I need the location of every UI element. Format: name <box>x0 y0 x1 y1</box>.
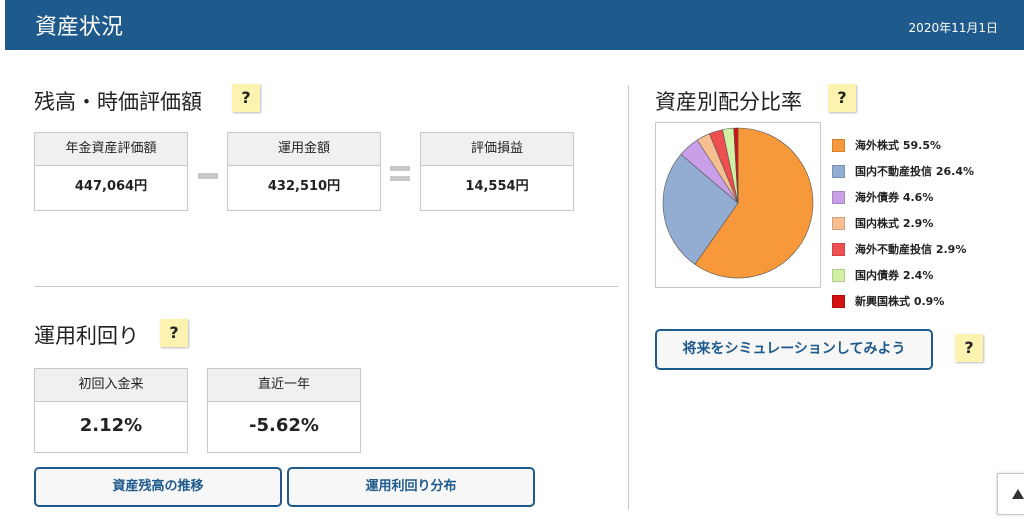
pension-asset-value: 447,064円 <box>74 179 148 194</box>
last-one-year-label: 直近一年 <box>208 369 360 402</box>
invested-amount-label: 運用金額 <box>228 133 380 166</box>
pie-svg <box>662 127 814 279</box>
allocation-pie-chart <box>655 122 821 288</box>
invested-amount-box: 運用金額 432,510円 <box>227 132 381 211</box>
page-title: 資産状況 <box>35 15 124 40</box>
legend-swatch <box>832 242 845 256</box>
legend-item: 国内不動産投信 26.4% <box>832 158 974 184</box>
last-one-year-value: -5.62% <box>249 415 319 436</box>
invested-amount-value: 432,510円 <box>267 179 341 194</box>
page-header: 資産状況 2020年11月1日 <box>5 0 1024 50</box>
since-first-deposit-box: 初回入金来 2.12% <box>34 368 188 453</box>
legend-item: 海外株式 59.5% <box>832 132 974 158</box>
pension-asset-value-label: 年金資産評価額 <box>35 133 187 166</box>
balance-section-title: 残高・時価評価額 <box>34 90 202 114</box>
legend-item: 海外不動産投信 2.9% <box>832 236 974 262</box>
triangle-up-icon <box>1012 489 1024 499</box>
equals-sign <box>390 166 410 171</box>
unrealized-gain-label: 評価損益 <box>421 133 573 166</box>
since-first-deposit-label: 初回入金来 <box>35 369 187 402</box>
legend-label: 国内株式 2.9% <box>855 217 934 230</box>
section-divider <box>34 286 618 287</box>
legend-swatch <box>832 268 845 282</box>
simulate-help-button[interactable]: ? <box>955 334 983 362</box>
allocation-section-title: 資産別配分比率 <box>655 90 802 114</box>
pension-asset-value-box: 年金資産評価額 447,064円 <box>34 132 188 211</box>
yield-section-title: 運用利回り <box>34 324 139 348</box>
scroll-to-top-button[interactable] <box>997 473 1024 515</box>
legend-item: 国内株式 2.9% <box>832 210 974 236</box>
legend-item: 新興国株式 0.9% <box>832 288 974 314</box>
legend-swatch <box>832 138 845 152</box>
simulate-future-button[interactable]: 将来をシミュレーションしてみよう <box>655 329 933 370</box>
minus-sign <box>198 173 218 179</box>
unrealized-gain-value: 14,554円 <box>465 179 529 194</box>
unrealized-gain-box: 評価損益 14,554円 <box>420 132 574 211</box>
yield-help-button[interactable]: ? <box>160 319 188 347</box>
legend-item: 国内債券 2.4% <box>832 262 974 288</box>
legend-item: 海外債券 4.6% <box>832 184 974 210</box>
column-divider <box>628 85 629 510</box>
legend-label: 海外株式 59.5% <box>855 139 941 152</box>
legend-label: 国内不動産投信 26.4% <box>855 165 974 178</box>
legend-swatch <box>832 294 845 308</box>
legend-label: 海外債券 4.6% <box>855 191 934 204</box>
legend-swatch <box>832 164 845 178</box>
yield-distribution-button[interactable]: 運用利回り分布 <box>287 467 535 507</box>
equals-sign-lower <box>390 176 410 181</box>
balance-help-button[interactable]: ? <box>232 84 260 112</box>
as-of-date: 2020年11月1日 <box>908 21 998 35</box>
asset-balance-history-button[interactable]: 資産残高の推移 <box>34 467 282 507</box>
allocation-help-button[interactable]: ? <box>828 84 856 112</box>
legend-swatch <box>832 190 845 204</box>
legend-label: 国内債券 2.4% <box>855 269 934 282</box>
legend-swatch <box>832 216 845 230</box>
since-first-deposit-value: 2.12% <box>79 415 143 436</box>
last-one-year-box: 直近一年 -5.62% <box>207 368 361 453</box>
allocation-legend: 海外株式 59.5% 国内不動産投信 26.4% 海外債券 4.6% 国内株式 2.9… <box>832 132 974 314</box>
legend-label: 新興国株式 0.9% <box>855 295 945 308</box>
legend-label: 海外不動産投信 2.9% <box>855 243 967 256</box>
